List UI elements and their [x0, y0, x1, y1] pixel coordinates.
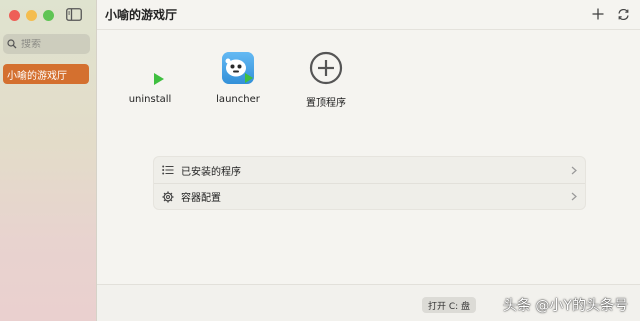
list-item-label: 已安装的程序 — [181, 166, 241, 178]
app-label: uninstall — [128, 94, 172, 105]
chevron-right-icon — [571, 192, 577, 201]
sidebar-toggle-button[interactable] — [66, 8, 82, 21]
search-field[interactable] — [3, 34, 90, 54]
app-tile-pin-program[interactable]: 置顶程序 — [291, 50, 361, 109]
add-circle-icon — [308, 50, 344, 86]
gear-icon — [162, 191, 174, 203]
refresh-icon — [617, 8, 629, 20]
sidebar-item-label: 小喻的游戏厅 — [7, 70, 67, 82]
plus-icon — [592, 8, 604, 20]
list-item-installed-programs[interactable]: 已安装的程序 — [154, 157, 585, 183]
page-title: 小喻的游戏厅 — [105, 8, 178, 22]
chevron-right-icon — [571, 166, 577, 174]
launcher-app-icon — [220, 50, 256, 86]
open-c-drive-button[interactable]: 打开 C: 盘 — [422, 297, 477, 313]
main-panel: 小喻的游戏厅 uninstall launcher 置顶程序 已安装的程序 容器… — [97, 0, 640, 321]
list-item-container-config[interactable]: 容器配置 — [154, 183, 585, 209]
add-button[interactable] — [591, 7, 605, 21]
watermark: 头条 @小Y的头条号 — [502, 298, 628, 314]
open-c-drive-label: 打开 C: 盘 — [428, 301, 471, 312]
close-button[interactable] — [9, 10, 20, 21]
app-window: 小喻的游戏厅 小喻的游戏厅 — [0, 0, 640, 321]
footer-bar: 打开 C: 盘 头条 @小Y的头条号 — [97, 284, 640, 321]
titlebar: 小喻的游戏厅 — [97, 0, 640, 30]
search-icon — [7, 39, 17, 49]
sidebar-icon — [66, 8, 82, 21]
play-icon — [132, 50, 168, 86]
app-tile-uninstall[interactable]: uninstall — [115, 50, 185, 105]
sidebar: 小喻的游戏厅 — [0, 0, 97, 321]
sidebar-item-game-hall[interactable]: 小喻的游戏厅 — [3, 64, 89, 84]
refresh-button[interactable] — [616, 7, 630, 21]
app-tile-launcher[interactable]: launcher — [203, 50, 273, 105]
app-label: 置顶程序 — [306, 98, 346, 109]
search-input[interactable] — [21, 38, 81, 50]
list-icon — [162, 164, 174, 176]
minimize-button[interactable] — [26, 10, 37, 21]
window-controls — [9, 10, 54, 21]
settings-list: 已安装的程序 容器配置 — [153, 156, 586, 210]
zoom-button[interactable] — [43, 10, 54, 21]
list-item-label: 容器配置 — [181, 193, 221, 204]
app-grid: uninstall launcher 置顶程序 — [97, 50, 640, 120]
app-label: launcher — [216, 94, 260, 105]
